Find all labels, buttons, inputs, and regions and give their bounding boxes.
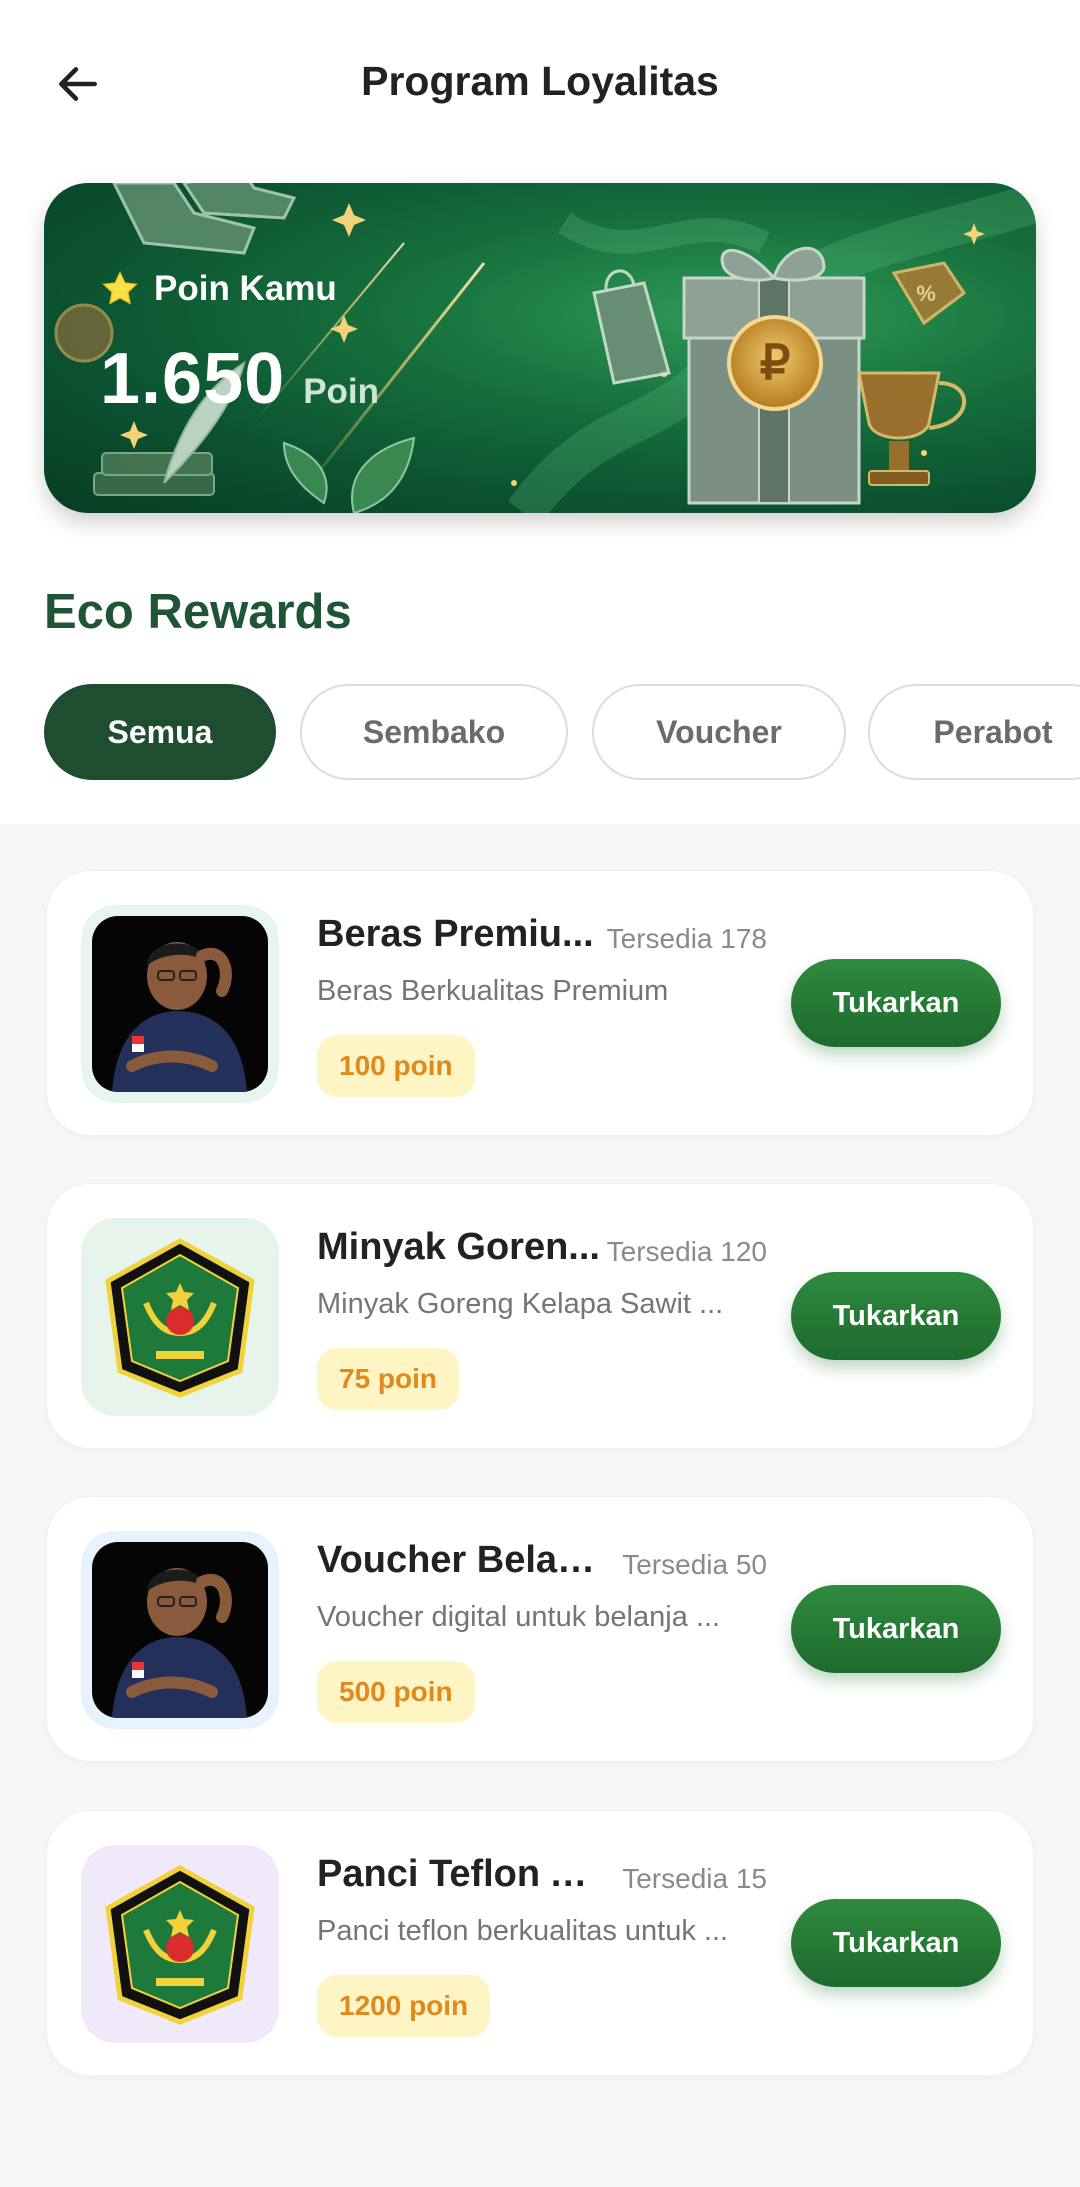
reward-thumbnail: [81, 905, 279, 1103]
reward-thumbnail: [81, 1845, 279, 2043]
points-balance: 1.650 Poin: [100, 338, 379, 420]
reward-title: Minyak Goren...: [317, 1226, 600, 1268]
reward-description: Panci teflon berkualitas untuk ...: [317, 1915, 729, 1947]
reward-stock: Tersedia 50: [622, 1549, 767, 1580]
filter-chip-perabot[interactable]: Perabot: [868, 684, 1080, 780]
reward-points-badge: 100 poin: [317, 1035, 475, 1097]
star-icon: [102, 271, 138, 305]
redeem-button[interactable]: Tukarkan: [791, 1272, 1001, 1360]
institution-logo-icon: [105, 1238, 255, 1398]
filter-chip-sembako[interactable]: Sembako: [300, 684, 568, 780]
reward-card: Panci Teflon A... Tersedia 15 Panci tefl…: [46, 1810, 1034, 2076]
app-header: Program Loyalitas: [0, 0, 1080, 170]
reward-description: Beras Berkualitas Premium: [317, 975, 669, 1007]
institution-logo-icon: [105, 1865, 255, 2025]
svg-text:%: %: [916, 281, 936, 306]
reward-title: Voucher Belanj...: [317, 1539, 607, 1581]
reward-card: Voucher Belanj... Tersedia 50 Voucher di…: [46, 1496, 1034, 1762]
reward-thumbnail: [81, 1531, 279, 1729]
redeem-button[interactable]: Tukarkan: [791, 1585, 1001, 1673]
svg-text:₽: ₽: [760, 337, 791, 390]
points-banner: ₽ % Poin Kamu 1.650 Poin: [44, 183, 1036, 513]
reward-points-badge: 1200 poin: [317, 1975, 491, 2037]
filter-chips: Semua Sembako Voucher Perabot: [44, 684, 1080, 780]
reward-points-badge: 500 poin: [317, 1661, 475, 1723]
points-unit: Poin: [303, 372, 380, 411]
reward-thumbnail: [81, 1218, 279, 1416]
section-title: Eco Rewards: [44, 585, 352, 639]
top-section: Program Loyalitas ₽ % Poin Kamu 1.650 Po…: [0, 0, 1080, 824]
reward-description: Voucher digital untuk belanja ...: [317, 1601, 721, 1633]
reward-card: Minyak Goren... Tersedia 120 Minyak Gore…: [46, 1183, 1034, 1449]
reward-stock: Tersedia 178: [606, 923, 767, 954]
product-photo: [92, 1542, 268, 1718]
reward-stock: Tersedia 15: [622, 1863, 767, 1894]
redeem-button[interactable]: Tukarkan: [791, 1899, 1001, 1987]
product-photo: [92, 916, 268, 1092]
points-label: Poin Kamu: [154, 269, 337, 308]
reward-title: Beras Premiu...: [317, 913, 594, 955]
points-value: 1.650: [100, 339, 286, 419]
reward-description: Minyak Goreng Kelapa Sawit ...: [317, 1288, 724, 1320]
filter-chip-voucher[interactable]: Voucher: [592, 684, 846, 780]
reward-stock: Tersedia 120: [606, 1236, 767, 1267]
page-title: Program Loyalitas: [361, 58, 719, 104]
redeem-button[interactable]: Tukarkan: [791, 959, 1001, 1047]
filter-chip-semua[interactable]: Semua: [44, 684, 276, 780]
reward-card: Beras Premiu... Tersedia 178 Beras Berku…: [46, 870, 1034, 1136]
reward-points-badge: 75 poin: [317, 1348, 460, 1410]
points-label-row: Poin Kamu: [100, 269, 337, 309]
reward-title: Panci Teflon A...: [317, 1853, 607, 1895]
